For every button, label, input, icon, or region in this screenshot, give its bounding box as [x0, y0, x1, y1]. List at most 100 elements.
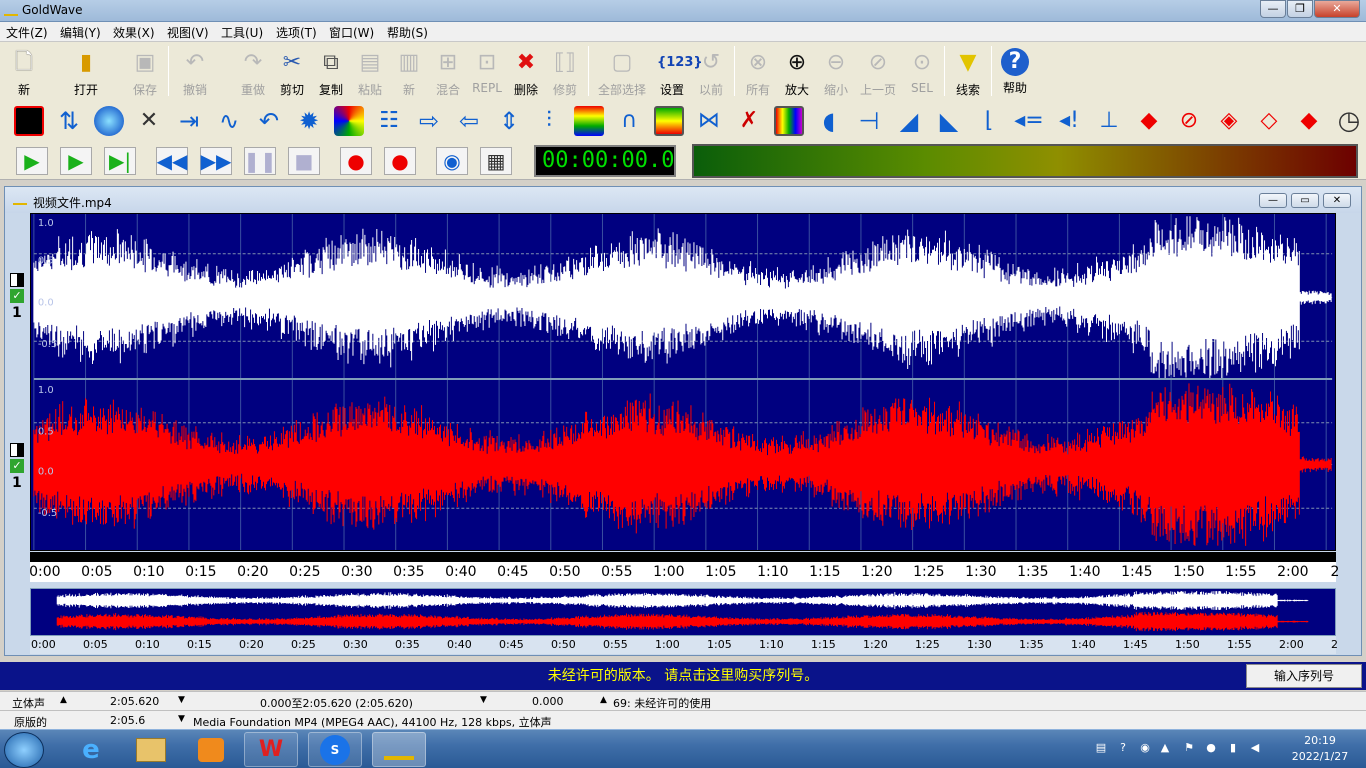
diamond-icon[interactable]: ◈	[1214, 106, 1244, 136]
menu-tools[interactable]: 工具(U)	[221, 24, 263, 41]
tray-help-icon[interactable]: ?	[1116, 741, 1130, 755]
new-button[interactable]: 🗋 新	[4, 46, 44, 98]
cue-point-icon[interactable]: ◆	[1134, 106, 1164, 136]
menu-edit[interactable]: 编辑(Y)	[60, 24, 101, 41]
volume-equal-icon[interactable]: ◂=	[1014, 106, 1044, 136]
start-button[interactable]	[4, 732, 44, 768]
record-button[interactable]: ●	[340, 147, 372, 175]
taskbar-sogou[interactable]: S	[308, 732, 362, 767]
previous-button[interactable]: ↺ 以前	[691, 46, 731, 98]
taskbar-wps[interactable]: W	[244, 732, 298, 767]
volume-shape-icon[interactable]: ◂!	[1054, 106, 1084, 136]
doppler-icon[interactable]: ∩	[614, 106, 644, 136]
taskbar-ie[interactable]: e	[64, 732, 118, 767]
overview-waveform[interactable]	[30, 588, 1336, 636]
split-icon[interactable]: ⋈	[694, 106, 724, 136]
right-channel-toggle[interactable]	[10, 443, 24, 457]
speaker-icon[interactable]: ◖	[814, 106, 844, 136]
redo-button[interactable]: ↷ 重做	[233, 46, 273, 98]
no-icon[interactable]: ⊘	[1174, 106, 1204, 136]
left-channel-check[interactable]: ✓	[10, 289, 24, 303]
back-icon[interactable]: ⇦	[454, 106, 484, 136]
tray-network-icon[interactable]: ◉	[1138, 741, 1152, 755]
noise-reduction-icon[interactable]: ✗	[734, 106, 764, 136]
unlicensed-banner[interactable]: 未经许可的版本。 请点击这里购买序列号。	[0, 662, 1366, 690]
banner-text[interactable]: 未经许可的版本。 请点击这里购买序列号。	[548, 668, 818, 684]
marker-icon[interactable]: ⊥	[1094, 106, 1124, 136]
pitch-icon[interactable]	[574, 106, 604, 136]
stop-button[interactable]: ■	[288, 147, 320, 175]
tray-device-icon[interactable]: ▮	[1226, 741, 1240, 755]
help-button[interactable]: ? 帮助	[995, 46, 1035, 98]
taskbar-explorer[interactable]	[124, 732, 178, 767]
set-marker-button[interactable]: {123} 设置	[652, 46, 703, 98]
menu-file[interactable]: 文件(Z)	[6, 24, 48, 41]
tray-keyboard-icon[interactable]: ▤	[1094, 741, 1108, 755]
volume-change-icon[interactable]: ⇅	[54, 106, 84, 136]
taskbar-clock[interactable]: 20:19 2022/1/27	[1278, 733, 1362, 765]
zoom-in-button[interactable]: ⊕ 放大	[777, 46, 817, 98]
expand-icon[interactable]: ⇕	[494, 106, 524, 136]
rewind-button[interactable]: ◀◀	[156, 147, 188, 175]
forward-icon[interactable]: ⇨	[414, 106, 444, 136]
cue-button[interactable]: ▼ 线索	[948, 46, 988, 98]
device-button[interactable]: ▦	[480, 147, 512, 175]
paste-new-button[interactable]: ▥ 新	[389, 46, 429, 98]
paste-button[interactable]: ▤ 粘贴	[350, 46, 390, 98]
menu-view[interactable]: 视图(V)	[167, 24, 209, 41]
zoom-all-button[interactable]: ⊗ 所有	[738, 46, 778, 98]
menu-help[interactable]: 帮助(S)	[387, 24, 428, 41]
channels-up-icon[interactable]: ▲	[60, 695, 67, 705]
length-dropdown-icon[interactable]: ▼	[178, 695, 185, 705]
silence-icon[interactable]: ⊣	[854, 106, 884, 136]
timeline-ruler[interactable]: 0:00 0:05 0:10 0:15 0:20 0:25 0:30 0:35 0:40 0:45…	[29, 552, 1339, 582]
doc-close-button[interactable]: ✕	[1323, 193, 1351, 208]
zoom-out-button[interactable]: ⊖ 缩小	[816, 46, 856, 98]
fast-forward-button[interactable]: ▶▶	[200, 147, 232, 175]
mix-button[interactable]: ⊞ 混合	[428, 46, 468, 98]
offset-icon[interactable]: ⇥	[174, 106, 204, 136]
copy-button[interactable]: ⧉ 复制	[311, 46, 351, 98]
replace-button[interactable]: ⊡ REPL	[467, 46, 507, 98]
menu-window[interactable]: 窗口(W)	[329, 24, 374, 41]
play-to-end-button[interactable]: ▶|	[104, 147, 136, 175]
taskbar-goldwave[interactable]	[372, 732, 426, 767]
color-icon[interactable]	[774, 106, 804, 136]
cut-button[interactable]: ✂ 剪切	[272, 46, 312, 98]
selection-dropdown-icon[interactable]: ▼	[480, 695, 487, 705]
diamond-three-icon[interactable]: ◆	[1294, 106, 1324, 136]
zoom-selection-button[interactable]: ⊙ SEL	[902, 46, 942, 98]
tray-flag-icon[interactable]: ⚑	[1182, 741, 1196, 755]
diamond-two-icon[interactable]: ◇	[1254, 106, 1284, 136]
fade-in-icon[interactable]: ◢	[894, 106, 924, 136]
fade-out-icon[interactable]: ◣	[934, 106, 964, 136]
record-selection-button[interactable]: ●	[384, 147, 416, 175]
tray-qq-icon[interactable]: ●	[1204, 741, 1218, 755]
tray-show-hidden-icon[interactable]: ▲	[1158, 741, 1172, 755]
open-button[interactable]: ▮ 打开	[66, 46, 106, 98]
eq-icon[interactable]: ☷	[374, 106, 404, 136]
pause-button[interactable]: ❚❚	[243, 147, 277, 175]
play-button[interactable]: ▶	[16, 147, 48, 175]
select-all-button[interactable]: ▢ 全部选择	[596, 46, 648, 98]
zoom-previous-button[interactable]: ⊘ 上一页	[858, 46, 898, 98]
left-channel-toggle[interactable]	[10, 273, 24, 287]
noise-icon[interactable]: ✹	[294, 106, 324, 136]
original-dropdown-icon[interactable]: ▼	[178, 714, 185, 724]
equalizer-icon[interactable]: ⫶	[534, 106, 564, 136]
play-selection-button[interactable]: ▶	[60, 147, 92, 175]
reverse-icon[interactable]: ↶	[254, 106, 284, 136]
menu-options[interactable]: 选项(T)	[276, 24, 317, 41]
taskbar-media[interactable]	[184, 732, 238, 767]
right-channel-check[interactable]: ✓	[10, 459, 24, 473]
filter-icon[interactable]: ✕	[134, 106, 164, 136]
echo-icon[interactable]	[94, 106, 124, 136]
undo-button[interactable]: ↶ 撤销	[175, 46, 215, 98]
enter-serial-button[interactable]: 输入序列号	[1246, 664, 1362, 688]
clock-icon[interactable]: ◷	[1334, 106, 1364, 136]
control-properties-button[interactable]: ◉	[436, 147, 468, 175]
delete-button[interactable]: ✖ 删除	[506, 46, 546, 98]
menu-effects[interactable]: 效果(X)	[113, 24, 155, 41]
close-button[interactable]: ✕	[1314, 0, 1360, 18]
doc-minimize-button[interactable]: —	[1259, 193, 1287, 208]
